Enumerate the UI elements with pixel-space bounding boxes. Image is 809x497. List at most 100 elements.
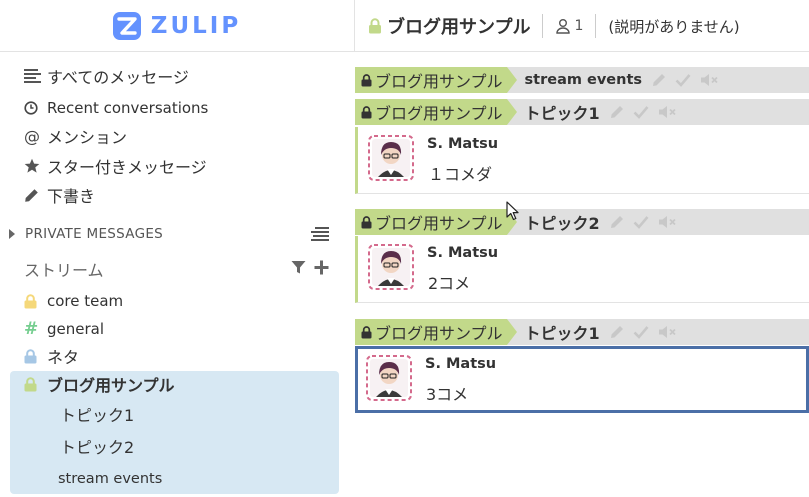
recipient-bar[interactable]: ブログ用サンプル stream events <box>355 67 809 93</box>
stream-item-core-team[interactable]: core team <box>24 288 123 314</box>
nav-drafts[interactable]: 下書き <box>24 182 95 208</box>
avatar[interactable] <box>368 135 414 181</box>
check-icon[interactable] <box>675 73 691 87</box>
message-content: １コメダ <box>428 165 493 184</box>
stream-header: ブログ用サンプル 1 (説明がありません) <box>356 0 740 52</box>
recipient-stream[interactable]: ブログ用サンプル <box>355 67 517 93</box>
topic-item[interactable]: stream events <box>58 467 162 491</box>
lock-icon <box>369 18 381 34</box>
message-sender[interactable]: S. Matsu <box>425 356 496 372</box>
recipient-stream[interactable]: ブログ用サンプル <box>355 99 517 125</box>
recipient-bar[interactable]: ブログ用サンプル トピック1 <box>355 319 809 345</box>
recipient-bar[interactable]: ブログ用サンプル トピック1 <box>355 99 809 125</box>
subscriber-count[interactable]: 1 <box>555 18 583 34</box>
nav-label: すべてのメッセージ <box>47 68 189 87</box>
recipient-topic[interactable]: トピック1 <box>525 320 600 344</box>
message-content: 3コメ <box>426 385 469 404</box>
mute-icon[interactable] <box>658 215 678 229</box>
nav-label: スター付きメッセージ <box>47 158 207 177</box>
left-sidebar: すべてのメッセージ Recent conversations @ メンション ス… <box>0 52 355 497</box>
recipient-stream[interactable]: ブログ用サンプル <box>355 319 517 345</box>
topic-name: トピック1 <box>60 406 135 425</box>
stream-name: ネタ <box>47 348 80 367</box>
private-messages-header[interactable]: PRIVATE MESSAGES <box>9 222 329 246</box>
stream-item-blog-sample[interactable]: ブログ用サンプル <box>24 371 175 397</box>
user-icon <box>556 19 571 34</box>
recipient-stream-name: ブログ用サンプル <box>375 214 503 233</box>
lock-icon <box>361 215 372 229</box>
stream-item-general[interactable]: # general <box>24 316 104 342</box>
stream-name: ブログ用サンプル <box>47 376 175 395</box>
edit-icon[interactable] <box>610 325 624 339</box>
message-feed: ブログ用サンプル stream events ブログ用サンプル トピック1 S.… <box>355 52 809 497</box>
stream-name: core team <box>47 292 124 310</box>
stream-name: general <box>47 320 105 338</box>
all-messages-icon <box>24 69 42 83</box>
brand-name: ZULIP <box>150 13 242 39</box>
zulip-logo-icon <box>112 12 141 40</box>
top-navbar: ZULIP ブログ用サンプル 1 (説明がありません) <box>0 0 809 52</box>
lock-icon <box>24 348 40 364</box>
mute-icon[interactable] <box>658 325 678 339</box>
recipient-stream-name: ブログ用サンプル <box>375 72 503 91</box>
topic-name: トピック2 <box>60 438 135 457</box>
recipient-topic[interactable]: トピック2 <box>525 210 600 234</box>
streams-header[interactable]: ストリーム <box>24 256 329 282</box>
stream-description: (説明がありません) <box>608 17 740 36</box>
lock-icon <box>361 105 372 119</box>
lock-icon <box>361 73 372 87</box>
recipient-bar[interactable]: ブログ用サンプル トピック2 <box>355 209 809 235</box>
subscriber-count-number: 1 <box>574 18 584 34</box>
nav-label: メンション <box>47 128 128 147</box>
check-icon[interactable] <box>633 325 649 339</box>
avatar[interactable] <box>368 244 414 290</box>
message-row-selected[interactable]: S. Matsu 3コメ <box>355 346 809 413</box>
nav-recent-conversations[interactable]: Recent conversations <box>24 95 208 121</box>
list-menu-icon[interactable] <box>311 227 329 245</box>
message-sender[interactable]: S. Matsu <box>427 245 498 261</box>
check-icon[interactable] <box>633 105 649 119</box>
stream-item-neta[interactable]: ネタ <box>24 343 79 369</box>
topic-item[interactable]: トピック2 <box>60 434 134 458</box>
star-icon <box>24 158 42 174</box>
pencil-icon <box>24 188 42 203</box>
recipient-stream-name: ブログ用サンプル <box>375 104 503 123</box>
message-row[interactable]: S. Matsu １コメダ <box>355 127 809 194</box>
mute-icon[interactable] <box>658 105 678 119</box>
recipient-stream-name: ブログ用サンプル <box>375 324 503 343</box>
nav-label: 下書き <box>47 187 96 206</box>
at-icon: @ <box>24 126 40 146</box>
streams-label: ストリーム <box>24 261 104 280</box>
plus-icon[interactable] <box>314 260 329 275</box>
lock-icon <box>361 325 372 339</box>
header-divider <box>595 14 597 38</box>
edit-icon[interactable] <box>610 215 624 229</box>
nav-starred-messages[interactable]: スター付きメッセージ <box>24 153 207 179</box>
edit-icon[interactable] <box>610 105 624 119</box>
check-icon[interactable] <box>633 215 649 229</box>
nav-label: Recent conversations <box>47 99 209 117</box>
message-row[interactable]: S. Matsu 2コメ <box>355 236 809 303</box>
topic-item[interactable]: トピック1 <box>60 402 134 426</box>
recipient-topic[interactable]: stream events <box>525 72 643 88</box>
recipient-stream[interactable]: ブログ用サンプル <box>355 209 517 235</box>
mouse-cursor-icon <box>506 201 519 221</box>
edit-icon[interactable] <box>652 73 666 87</box>
nav-mentions[interactable]: @ メンション <box>24 123 127 149</box>
private-messages-label: PRIVATE MESSAGES <box>25 226 164 242</box>
mute-icon[interactable] <box>700 73 720 87</box>
recipient-topic[interactable]: トピック1 <box>525 100 600 124</box>
avatar[interactable] <box>366 355 412 401</box>
header-divider <box>542 14 544 38</box>
message-content: 2コメ <box>428 274 471 293</box>
hash-icon: # <box>24 319 39 339</box>
lock-icon <box>24 376 40 392</box>
caret-right-icon <box>9 229 15 239</box>
clock-icon <box>24 101 42 115</box>
brand-logo[interactable]: ZULIP <box>0 0 355 52</box>
message-sender[interactable]: S. Matsu <box>427 136 498 152</box>
nav-all-messages[interactable]: すべてのメッセージ <box>24 63 189 89</box>
stream-title[interactable]: ブログ用サンプル <box>387 13 530 39</box>
filter-icon[interactable] <box>291 260 306 275</box>
lock-icon <box>24 293 40 309</box>
